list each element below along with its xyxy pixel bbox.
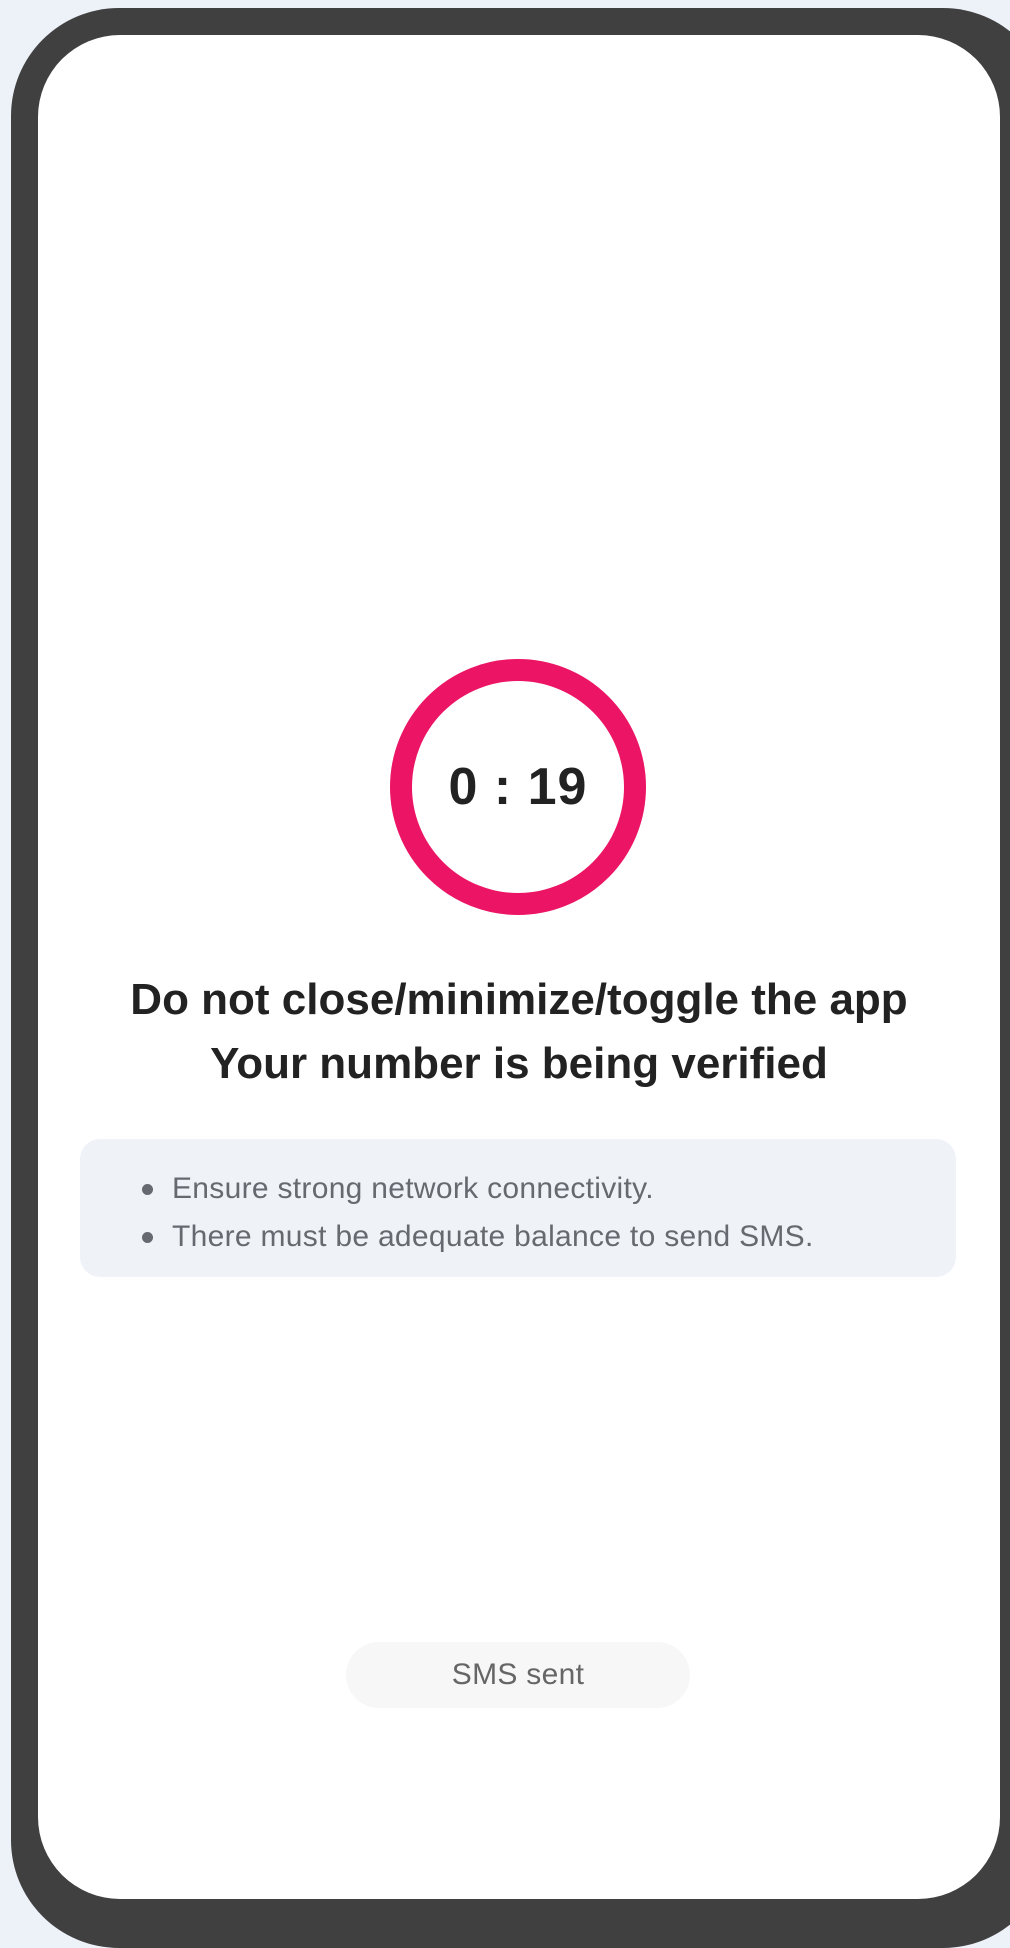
verifying-heading: Your number is being verified xyxy=(210,1039,828,1088)
sms-status-badge: SMS sent xyxy=(346,1642,690,1708)
note-text: There must be adequate balance to send S… xyxy=(172,1220,814,1253)
note-text: Ensure strong network connectivity. xyxy=(172,1172,654,1205)
warning-heading: Do not close/minimize/toggle the app xyxy=(130,975,908,1024)
phone-screen xyxy=(38,35,1000,1899)
bullet-icon xyxy=(142,1232,153,1243)
countdown-timer: 0 : 19 xyxy=(390,659,646,915)
note-item: Ensure strong network connectivity. xyxy=(142,1165,956,1213)
bullet-icon xyxy=(142,1184,153,1195)
note-item: There must be adequate balance to send S… xyxy=(142,1213,956,1261)
notes-box: Ensure strong network connectivity. Ther… xyxy=(80,1139,956,1277)
timer-text: 0 : 19 xyxy=(448,758,588,816)
notes-list: Ensure strong network connectivity. Ther… xyxy=(142,1165,956,1261)
